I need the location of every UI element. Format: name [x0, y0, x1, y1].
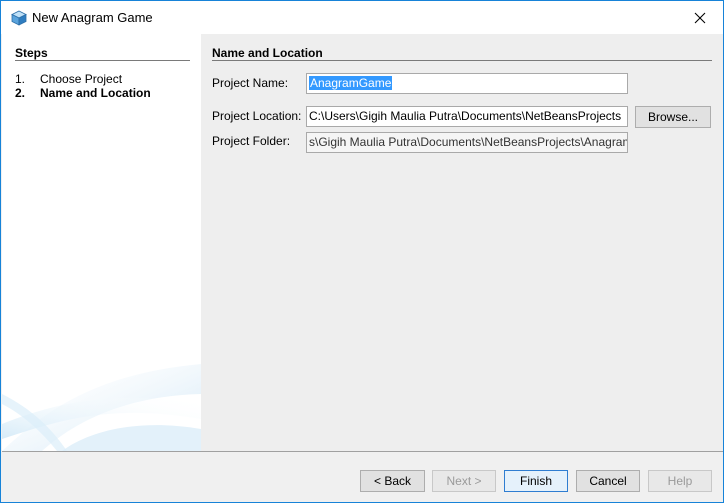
- step-label: Name and Location: [40, 86, 151, 100]
- wizard-window: New Anagram Game Steps 1. Choose Project …: [0, 0, 724, 503]
- project-folder-field: s\Gigih Maulia Putra\Documents\NetBeansP…: [306, 132, 628, 153]
- steps-header: Steps: [15, 46, 48, 60]
- steps-divider: [15, 60, 190, 61]
- name-location-panel: Name and Location Project Name: AnagramG…: [201, 34, 723, 451]
- help-button[interactable]: Help: [648, 470, 712, 492]
- decorative-swoosh-graphic: [2, 364, 201, 451]
- netbeans-cube-icon: [11, 10, 27, 26]
- project-location-value: C:\Users\Gigih Maulia Putra\Documents\Ne…: [309, 109, 622, 123]
- project-folder-value: s\Gigih Maulia Putra\Documents\NetBeansP…: [309, 135, 627, 149]
- step-number: 1.: [15, 72, 26, 86]
- finish-button[interactable]: Finish: [504, 470, 568, 492]
- steps-panel: Steps 1. Choose Project 2. Name and Locati…: [2, 34, 201, 451]
- cancel-button[interactable]: Cancel: [576, 470, 640, 492]
- project-name-label: Project Name:: [212, 76, 289, 90]
- close-icon: [694, 12, 706, 23]
- project-name-input[interactable]: AnagramGame: [306, 73, 628, 94]
- browse-button[interactable]: Browse...: [635, 106, 711, 128]
- project-folder-label: Project Folder:: [212, 134, 291, 148]
- step-choose-project: 1. Choose Project: [15, 72, 122, 86]
- step-name-and-location: 2. Name and Location: [15, 86, 151, 100]
- window-title: New Anagram Game: [32, 10, 153, 25]
- next-button[interactable]: Next >: [432, 470, 496, 492]
- project-location-label: Project Location:: [212, 109, 302, 123]
- step-number: 2.: [15, 86, 26, 100]
- section-divider: [212, 60, 712, 61]
- section-title: Name and Location: [212, 46, 323, 60]
- title-bar[interactable]: New Anagram Game: [1, 1, 723, 34]
- step-label: Choose Project: [40, 72, 123, 86]
- back-button[interactable]: < Back: [360, 470, 425, 492]
- project-location-input[interactable]: C:\Users\Gigih Maulia Putra\Documents\Ne…: [306, 106, 628, 127]
- project-name-value: AnagramGame: [309, 76, 393, 90]
- close-button[interactable]: [677, 1, 723, 34]
